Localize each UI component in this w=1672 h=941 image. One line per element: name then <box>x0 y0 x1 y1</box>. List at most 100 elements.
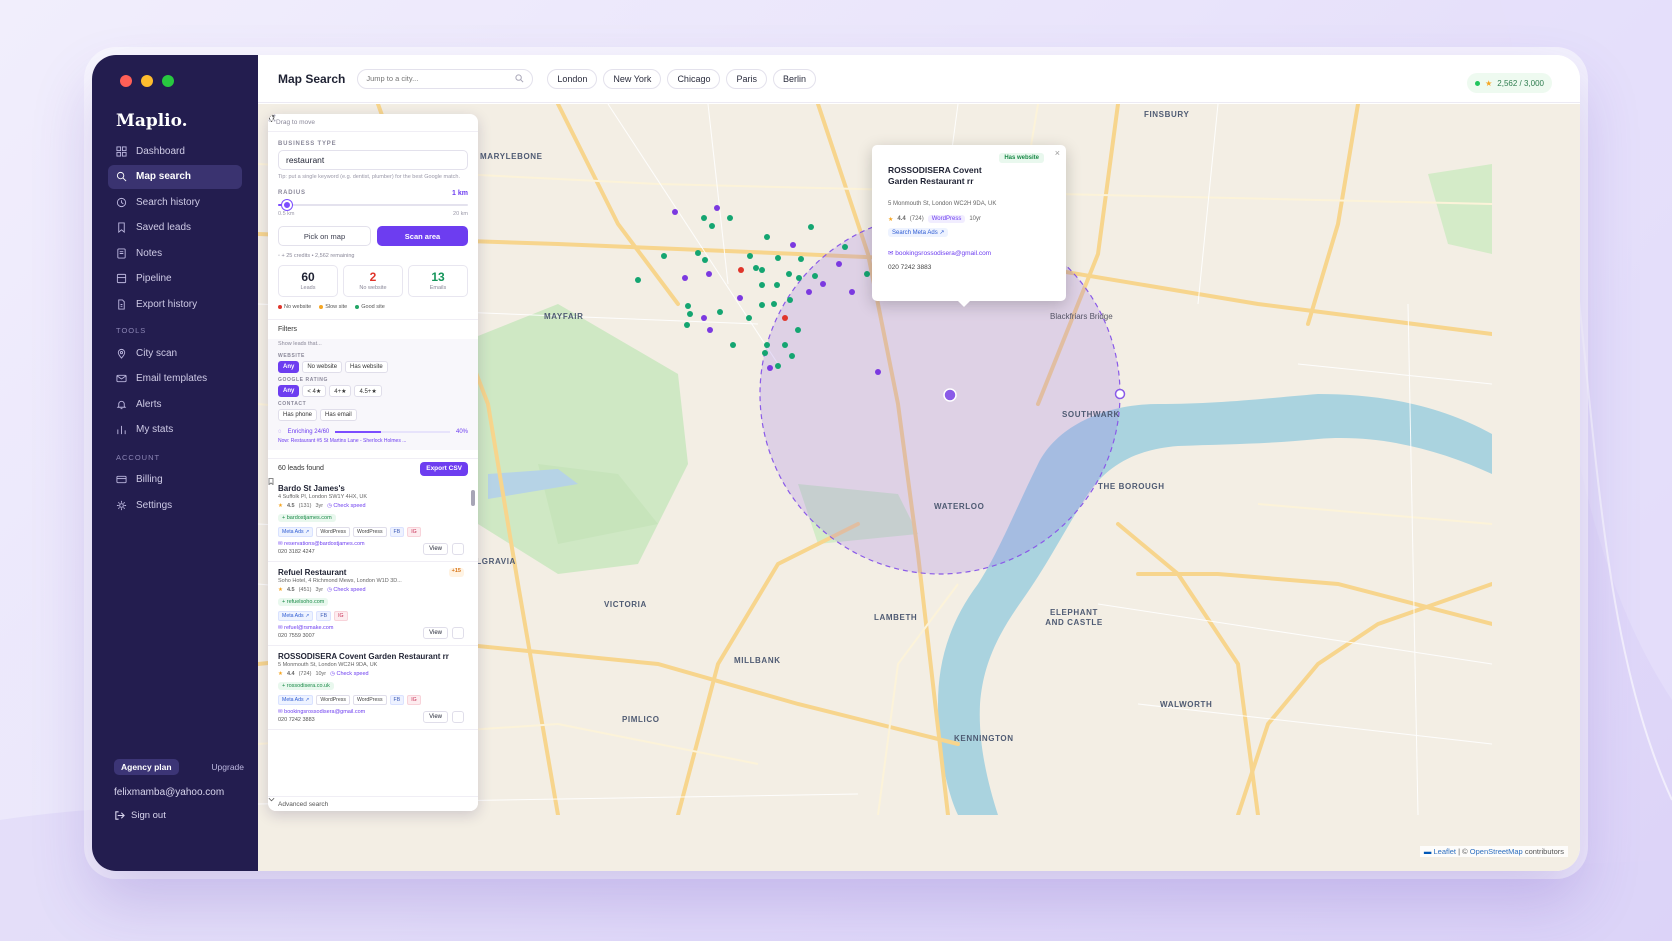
lead-marker[interactable] <box>672 209 678 215</box>
lead-marker[interactable] <box>787 297 793 303</box>
filter-chip[interactable]: < 4★ <box>302 385 327 398</box>
sidebar-item-billing[interactable]: Billing <box>108 468 242 492</box>
lead-website-link[interactable]: + refuelsoho.com <box>278 598 329 607</box>
sidebar-item-pipeline[interactable]: Pipeline <box>108 267 242 291</box>
city-search-input[interactable] <box>366 74 497 83</box>
lead-marker[interactable] <box>661 253 667 259</box>
lead-marker[interactable] <box>727 215 733 221</box>
minimize-window-dot[interactable] <box>141 75 153 87</box>
lead-marker[interactable] <box>730 342 736 348</box>
filter-chip[interactable]: Any <box>278 361 300 374</box>
lead-marker[interactable] <box>795 327 801 333</box>
sidebar-item-dashboard[interactable]: Dashboard <box>108 139 242 163</box>
lead-marker[interactable] <box>685 303 691 309</box>
sidebar-item-saved-leads[interactable]: Saved leads <box>108 216 242 240</box>
lead-marker[interactable] <box>782 315 788 321</box>
lead-marker[interactable] <box>875 369 881 375</box>
lead-marker[interactable] <box>684 322 690 328</box>
export-csv-button[interactable]: Export CSV <box>268 114 468 476</box>
city-chip-berlin[interactable]: Berlin <box>772 68 816 89</box>
lead-marker[interactable] <box>820 281 826 287</box>
business-type-input[interactable]: restaurant <box>278 150 468 170</box>
pick-on-map-button[interactable]: Pick on map <box>268 114 371 247</box>
sidebar-item-map-search[interactable]: Map search <box>108 164 242 189</box>
popup-close-button[interactable]: × <box>1055 148 1060 158</box>
save-lead-button[interactable] <box>268 478 464 724</box>
filter-chip[interactable]: Has email <box>320 409 357 422</box>
list-scrollbar[interactable] <box>471 482 475 740</box>
lead-marker[interactable] <box>682 275 688 281</box>
lead-email[interactable]: ✉ refuel@rsmake.com <box>278 625 333 631</box>
filter-chip[interactable]: No website <box>302 361 343 374</box>
close-window-dot[interactable] <box>120 75 132 87</box>
radius-slider[interactable] <box>278 199 468 211</box>
lead-marker[interactable] <box>775 363 781 369</box>
lead-marker[interactable] <box>759 267 765 273</box>
filters-toggle[interactable]: Filters <box>268 114 478 339</box>
lead-marker[interactable] <box>687 311 693 317</box>
lead-marker[interactable] <box>775 255 781 261</box>
lead-list[interactable]: Bardo St James's 4 Suffolk Pl, London SW1… <box>268 478 478 746</box>
lead-marker[interactable] <box>864 271 870 277</box>
lead-marker[interactable] <box>767 365 773 371</box>
lead-marker[interactable] <box>764 234 770 240</box>
lead-marker[interactable] <box>747 253 753 259</box>
lead-marker[interactable] <box>706 271 712 277</box>
city-chip-new-york[interactable]: New York <box>603 68 662 89</box>
lead-marker[interactable] <box>635 277 641 283</box>
lead-marker[interactable] <box>695 250 701 256</box>
lead-marker[interactable] <box>774 282 780 288</box>
lead-marker[interactable] <box>746 315 752 321</box>
check-speed-link[interactable]: ◷ Check speed <box>327 587 365 593</box>
lead-marker[interactable] <box>836 261 842 267</box>
lead-marker[interactable] <box>764 342 770 348</box>
view-lead-button[interactable]: View <box>423 543 448 556</box>
lead-marker[interactable] <box>808 224 814 230</box>
sidebar-item-export-history[interactable]: Export history <box>108 292 242 316</box>
sidebar-item-city-scan[interactable]: City scan <box>108 341 242 365</box>
filter-chip[interactable]: Has phone <box>278 409 318 422</box>
sidebar-item-alerts[interactable]: Alerts <box>108 392 242 416</box>
view-lead-button[interactable]: View <box>423 711 448 724</box>
lead-website-link[interactable]: + rossodisera.co.uk <box>278 682 334 691</box>
lead-marker[interactable] <box>782 342 788 348</box>
lead-marker[interactable] <box>796 275 802 281</box>
popup-email[interactable]: ✉ bookingsrossodisera@gmail.com <box>888 249 1050 257</box>
sidebar-item-my-stats[interactable]: My stats <box>108 418 242 442</box>
city-chip-chicago[interactable]: Chicago <box>667 68 721 89</box>
popup-meta-ads-link[interactable]: Search Meta Ads ↗ <box>888 228 949 238</box>
city-search[interactable] <box>357 68 534 89</box>
advanced-search-toggle[interactable]: Advanced search <box>268 796 478 811</box>
filter-chip[interactable]: Has website <box>345 361 388 374</box>
sidebar-item-email-templates[interactable]: Email templates <box>108 367 242 391</box>
save-lead-button[interactable] <box>268 478 464 556</box>
lead-marker[interactable] <box>849 289 855 295</box>
lead-marker[interactable] <box>759 282 765 288</box>
drag-handle[interactable]: Drag to move <box>268 114 478 132</box>
lead-marker[interactable] <box>759 302 765 308</box>
lead-marker[interactable] <box>717 309 723 315</box>
leaflet-link[interactable]: Leaflet <box>1433 847 1456 856</box>
lead-email[interactable]: ✉ reservations@bardostjames.com <box>278 541 365 547</box>
filter-chip[interactable]: 4+★ <box>329 385 352 398</box>
lead-marker[interactable] <box>753 265 759 271</box>
check-speed-link[interactable]: ◷ Check speed <box>327 503 365 509</box>
city-chip-london[interactable]: London <box>547 68 598 89</box>
lead-email[interactable]: ✉ bookingsrossodisera@gmail.com <box>278 709 365 715</box>
osm-link[interactable]: OpenStreetMap <box>1470 847 1523 856</box>
lead-marker[interactable] <box>707 327 713 333</box>
popup-email-text[interactable]: bookingsrossodisera@gmail.com <box>895 250 991 257</box>
lead-marker[interactable] <box>806 289 812 295</box>
lead-marker[interactable] <box>714 205 720 211</box>
lead-marker[interactable] <box>812 273 818 279</box>
sidebar-item-notes[interactable]: Notes <box>108 241 242 265</box>
radius-slider-handle[interactable] <box>281 200 292 211</box>
lead-marker[interactable] <box>701 315 707 321</box>
lead-card[interactable]: Refuel Restaurant +15 Soho Hotel, 4 Richmo… <box>268 478 478 647</box>
lead-marker[interactable] <box>771 301 777 307</box>
maximize-window-dot[interactable] <box>162 75 174 87</box>
sign-out-button[interactable]: Sign out <box>114 810 244 821</box>
lead-marker[interactable] <box>789 353 795 359</box>
city-chip-paris[interactable]: Paris <box>726 68 767 89</box>
lead-marker[interactable] <box>842 244 848 250</box>
